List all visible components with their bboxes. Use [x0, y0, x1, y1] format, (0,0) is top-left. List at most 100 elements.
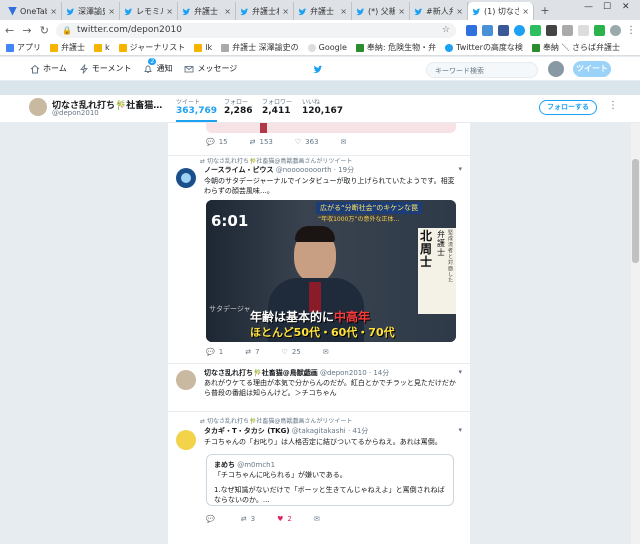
bookmark-link[interactable]: 奉納: 危険生物・弁 — [355, 42, 436, 53]
extension-line-icon[interactable] — [545, 24, 557, 36]
reply-button[interactable]: 💬 15 — [206, 138, 228, 146]
extension-twitter-icon[interactable] — [513, 24, 525, 36]
close-icon[interactable]: × — [224, 7, 231, 16]
browser-tab[interactable]: OneTab × — [4, 2, 62, 20]
forward-icon[interactable]: → — [21, 24, 32, 37]
more-options-icon[interactable]: ⋮ — [608, 100, 618, 111]
stat-tweets[interactable]: ツイート 363,769 — [176, 97, 217, 122]
tv-side-text: 北周士 — [420, 229, 433, 269]
chevron-down-icon[interactable]: ▾ — [458, 426, 462, 434]
dm-button[interactable]: ✉ — [341, 138, 347, 146]
like-button[interactable]: ♡ 25 — [282, 348, 301, 356]
like-button[interactable]: ♡ 363 — [295, 138, 319, 146]
browser-tab[interactable]: 弁護士 × — [178, 2, 236, 20]
profile-nav: 切なさ乱れ打ち🎋社畜猫… @depon2010 ツイート 363,769 フォロー… — [0, 95, 640, 123]
retweet-button[interactable]: ⇄ 3 — [241, 515, 255, 523]
extension-pocket-icon[interactable] — [561, 24, 573, 36]
bookmark-apps[interactable]: アプリ — [6, 42, 41, 53]
like-button[interactable]: ♥ 2 — [277, 515, 292, 523]
scrollbar-thumb[interactable] — [632, 159, 639, 263]
my-avatar[interactable] — [548, 61, 564, 77]
retweet-button[interactable]: ⇄ 153 — [250, 138, 273, 146]
browser-tab[interactable]: (*) 父親 × — [352, 2, 410, 20]
close-icon[interactable]: × — [522, 7, 529, 16]
folder-icon — [94, 43, 102, 52]
quoted-tweet[interactable]: まめち @m0mch1 「チコちゃんに叱られる」が嫌いである。 1.なぜ知識がな… — [206, 454, 454, 506]
extension-evernote-icon[interactable] — [529, 24, 541, 36]
stat-followers[interactable]: フォロワー 2,411 — [262, 97, 292, 116]
nav-notifications[interactable]: 2 通知 — [143, 58, 172, 74]
tweet-avatar[interactable] — [176, 430, 196, 450]
bookmark-folder[interactable]: ジャーナリスト — [118, 42, 185, 53]
reply-button[interactable]: 💬 — [206, 515, 219, 523]
extension-facebook-icon[interactable] — [497, 24, 509, 36]
twitter-icon — [445, 43, 454, 52]
extension-translate-icon[interactable] — [577, 24, 589, 36]
tweet-avatar[interactable] — [176, 168, 196, 188]
browser-tab[interactable]: 弁護士 × — [294, 2, 352, 20]
dm-button[interactable]: ✉ — [314, 515, 320, 523]
close-icon[interactable]: × — [340, 7, 347, 16]
tweet-text: チコちゃんの「お叱り」は人格否定に結びついてるからねえ。あれは罵倒。 — [204, 438, 442, 446]
tweet-media-partial — [206, 123, 456, 133]
stat-following[interactable]: フォロー 2,286 — [224, 97, 252, 116]
close-icon[interactable]: × — [108, 7, 115, 16]
back-icon[interactable]: ← — [4, 24, 15, 37]
minimize-icon[interactable]: — — [584, 2, 593, 12]
retweet-button[interactable]: ⇄ 7 — [245, 348, 259, 356]
profile-avatar-icon[interactable] — [609, 24, 621, 36]
browser-tab-active[interactable]: (1) 切なさ × — [468, 2, 534, 20]
stat-likes[interactable]: いいね 120,167 — [302, 97, 343, 116]
follow-button[interactable]: フォローする — [539, 100, 597, 115]
nav-moments[interactable]: モーメント — [79, 63, 131, 74]
tweet[interactable]: ⇄ 切なさ乱れ打ち🎋社畜猫@鳥獣戯画さんがリツイート タカギ・T・タカシ (TK… — [168, 412, 470, 544]
tweet-actions: 💬 15 ⇄ 153 ♡ 363 ✉ — [206, 138, 346, 146]
menu-icon[interactable]: ⋮ — [626, 25, 636, 36]
bookmark-folder[interactable]: lk — [194, 43, 212, 52]
page-scrollbar[interactable] — [631, 123, 640, 544]
nav-home[interactable]: ホーム — [30, 63, 67, 74]
new-tab-button[interactable]: + — [538, 4, 552, 18]
envelope-icon: ✉ — [322, 348, 329, 356]
search-input[interactable]: キーワード検索 — [426, 62, 538, 78]
reply-button[interactable]: 💬 1 — [206, 348, 223, 356]
bookmark-folder[interactable]: 弁護士 — [50, 42, 85, 53]
close-icon[interactable]: × — [50, 7, 57, 16]
tweet[interactable]: 切なさ乱れ打ち🎋社畜猫@鳥獣戯画 @depon2010 · 14分 ▾ あれがウ… — [168, 364, 470, 412]
bookmark-link[interactable]: Twitterの高度な検 — [445, 42, 523, 53]
compose-tweet-button[interactable]: ツイート — [573, 61, 611, 77]
twitter-logo-icon[interactable] — [312, 64, 324, 74]
reload-icon[interactable]: ↻ — [39, 24, 50, 37]
tweet-actions: 💬 1 ⇄ 7 ♡ 25 ✉ — [206, 348, 329, 356]
address-bar[interactable]: 🔒 twitter.com/depon2010 ☆ — [55, 22, 456, 38]
dm-button[interactable]: ✉ — [323, 348, 329, 356]
tweet[interactable]: ⇄ 切なさ乱れ打ち🎋社畜猫@鳥獣戯画さんがリツイート ノースライム・ピウス @n… — [168, 156, 470, 364]
close-icon[interactable]: × — [166, 7, 173, 16]
profile-avatar[interactable] — [28, 97, 48, 117]
bookmark-star-icon[interactable]: ☆ — [442, 25, 450, 35]
nav-messages[interactable]: メッセージ — [184, 63, 237, 74]
browser-tab[interactable]: レモミル× — [120, 2, 178, 20]
bookmark-link[interactable]: Google — [307, 43, 347, 52]
close-icon[interactable]: × — [282, 7, 289, 16]
bookmark-folder[interactable]: k — [94, 43, 110, 52]
chevron-down-icon[interactable]: ▾ — [458, 165, 462, 173]
close-window-icon[interactable]: ✕ — [622, 2, 630, 12]
tweet-media-image[interactable]: 6:01 広がる“分断社会”のキケンな罠 “年収1000万”の意外な正体… 北周… — [206, 200, 456, 342]
close-icon[interactable]: × — [398, 7, 405, 16]
extension-feedly-icon[interactable] — [593, 24, 605, 36]
extension-onetab-icon[interactable] — [465, 24, 477, 36]
maximize-icon[interactable]: ☐ — [603, 2, 611, 12]
bookmark-link[interactable]: 弁護士 深澤諭史の — [221, 42, 299, 53]
tweet-avatar[interactable] — [176, 370, 196, 390]
browser-tab[interactable]: 深澤諭史× — [62, 2, 120, 20]
tweet[interactable]: 💬 15 ⇄ 153 ♡ 363 ✉ — [168, 123, 470, 156]
browser-tab[interactable]: 弁護士ね× — [236, 2, 294, 20]
close-icon[interactable]: × — [456, 7, 463, 16]
chevron-down-icon[interactable]: ▾ — [458, 368, 462, 376]
retweet-icon: ⇄ — [200, 158, 207, 165]
browser-tab[interactable]: #新人弁× — [410, 2, 468, 20]
bookmark-link[interactable]: 奉納 ＼ さらば弁護士 — [531, 42, 620, 53]
site-icon — [531, 43, 540, 52]
extension-home-icon[interactable] — [481, 24, 493, 36]
